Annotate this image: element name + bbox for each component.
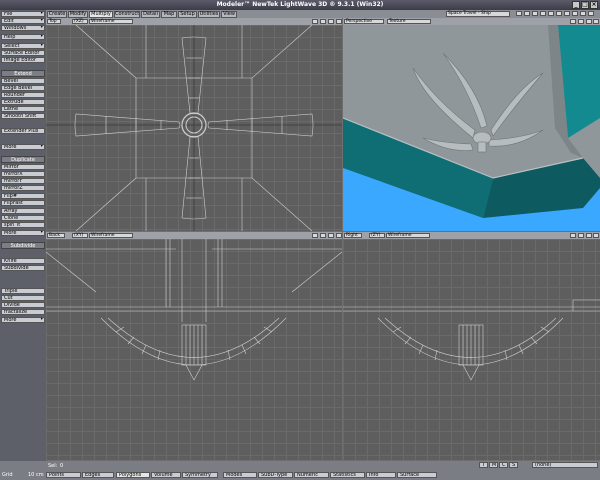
grid-label: Grid <box>2 472 13 478</box>
help-menu[interactable]: Help <box>1 34 45 40</box>
tab-setup[interactable]: Setup <box>178 11 197 18</box>
more-subdivide-button[interactable]: More <box>1 317 45 323</box>
rounder-button[interactable]: Rounder <box>1 92 45 98</box>
tab-detail[interactable]: Detail <box>141 11 160 18</box>
surface-button[interactable]: Surface <box>397 472 437 478</box>
select-menu[interactable]: Select <box>1 43 45 49</box>
cut-button[interactable]: Cut <box>1 295 45 301</box>
layer-icon-9[interactable] <box>580 11 586 16</box>
subdivide-header: Subdivide <box>1 242 45 249</box>
tab-create[interactable]: Create <box>47 11 67 18</box>
tab-construct[interactable]: Construct <box>114 11 140 18</box>
polygons-mode-button[interactable]: Polygons <box>116 472 150 478</box>
duplicate-header: Duplicate <box>1 156 45 163</box>
mirror-button[interactable]: Mirror <box>1 164 45 170</box>
toolbar-sidebar: File Edit Windows Help Select Surface Ed… <box>0 10 46 470</box>
mirror-y-button[interactable]: mirrorY <box>1 178 45 184</box>
color-toggle[interactable]: C <box>499 462 508 468</box>
perspective-render <box>343 25 600 231</box>
extrude-button[interactable]: Extrude <box>1 99 45 105</box>
minimize-button[interactable]: _ <box>572 1 580 9</box>
viewport-back[interactable]: Back (XY) Wireframe <box>46 232 342 460</box>
layer-icon-10[interactable] <box>588 11 594 16</box>
selection-label: Sel: <box>48 463 58 469</box>
scene-selector[interactable]: Space Travel - Ship <box>446 11 510 17</box>
viewport-perspective[interactable]: Perspective Texture <box>343 18 600 231</box>
tab-view[interactable]: View <box>221 11 237 18</box>
edges-mode-button[interactable]: Edges <box>82 472 114 478</box>
numeric-button[interactable]: Numeric <box>294 472 329 478</box>
more-duplicate-button[interactable]: More <box>1 230 45 236</box>
layer-icon-7[interactable] <box>564 11 570 16</box>
layer-icon-5[interactable] <box>548 11 554 16</box>
extend-header: Extend <box>1 70 45 77</box>
statistics-button[interactable]: Statistics <box>330 472 365 478</box>
smooth-shift-button[interactable]: Smooth Shift <box>1 113 45 119</box>
fractalize-button[interactable]: fractalize <box>1 309 45 315</box>
extender-plus-button[interactable]: Extender Plus <box>1 128 45 134</box>
clone-button[interactable]: Clone <box>1 215 45 221</box>
status-bar: Grid 10 cm Sel: 0 T M C S (none) Points … <box>0 461 600 480</box>
subd-type-button[interactable]: SubD-Type <box>258 472 293 478</box>
flipfast-button[interactable]: FlipFast <box>1 200 45 206</box>
layer-icon-8[interactable] <box>572 11 578 16</box>
window-title: Modeler™ NewTek LightWave 3D ® 9.3.1 (Wi… <box>216 1 384 8</box>
window-title-bar: Modeler™ NewTek LightWave 3D ® 9.3.1 (Wi… <box>0 0 600 10</box>
symmetry-button[interactable]: Symmetry <box>182 472 218 478</box>
grid-value: 10 cm <box>28 472 44 478</box>
tab-utilities[interactable]: Utilities <box>198 11 220 18</box>
layer-icon-2[interactable] <box>524 11 530 16</box>
selection-value: 0 <box>60 463 64 469</box>
close-button[interactable]: × <box>590 1 598 9</box>
tab-bar: Create Modify Multiply Construct Detail … <box>46 10 600 18</box>
subdivide-button[interactable]: Subdivide <box>1 265 45 271</box>
spin-it-button[interactable]: spin_it <box>1 222 45 228</box>
modes-button[interactable]: Modes <box>223 472 257 478</box>
right-wireframe <box>343 299 600 381</box>
points-mode-button[interactable]: Points <box>46 472 81 478</box>
selection-set-toggle[interactable]: S <box>509 462 518 468</box>
viewport-top[interactable]: Top (XZ) Wireframe <box>46 18 342 231</box>
bevel-button[interactable]: Bevel <box>1 78 45 84</box>
image-editor-button[interactable]: Image Editor <box>1 57 45 63</box>
volume-button[interactable]: Volume <box>151 472 181 478</box>
lathe-button[interactable]: Lathe <box>1 106 45 112</box>
back-wireframe <box>46 239 342 381</box>
divide-button[interactable]: Divide <box>1 302 45 308</box>
triple-button[interactable]: Triple <box>1 288 45 294</box>
windows-menu[interactable]: Windows <box>1 25 45 31</box>
knife-button[interactable]: Knife <box>1 258 45 264</box>
edit-menu[interactable]: Edit <box>1 18 45 24</box>
maximize-button[interactable]: □ <box>581 1 589 9</box>
flip-button[interactable]: Flip# <box>1 193 45 199</box>
mirror-z-button[interactable]: mirrorZ <box>1 185 45 191</box>
texture-toggle[interactable]: T <box>479 462 488 468</box>
tab-modify[interactable]: Modify <box>68 11 88 18</box>
file-menu[interactable]: File <box>1 11 45 17</box>
layer-icon-3[interactable] <box>532 11 538 16</box>
layer-icon-4[interactable] <box>540 11 546 16</box>
surface-editor-button[interactable]: Surface Editor <box>1 50 45 56</box>
layer-icon-1[interactable] <box>516 11 522 16</box>
more-extend-button[interactable]: More <box>1 144 45 150</box>
edge-bevel-button[interactable]: Edge Bevel <box>1 85 45 91</box>
layer-icon-6[interactable] <box>556 11 562 16</box>
tab-map[interactable]: Map <box>161 11 177 18</box>
top-wireframe <box>46 24 342 231</box>
tab-multiply[interactable]: Multiply <box>89 11 113 18</box>
vertex-map-select[interactable]: (none) <box>532 462 598 468</box>
viewport-right[interactable]: Right (ZY) Wireframe <box>343 232 600 460</box>
info-button[interactable]: Info <box>366 472 396 478</box>
mirror-x-button[interactable]: mirrorX <box>1 171 45 177</box>
morph-toggle[interactable]: M <box>489 462 498 468</box>
array-button[interactable]: Array <box>1 208 45 214</box>
